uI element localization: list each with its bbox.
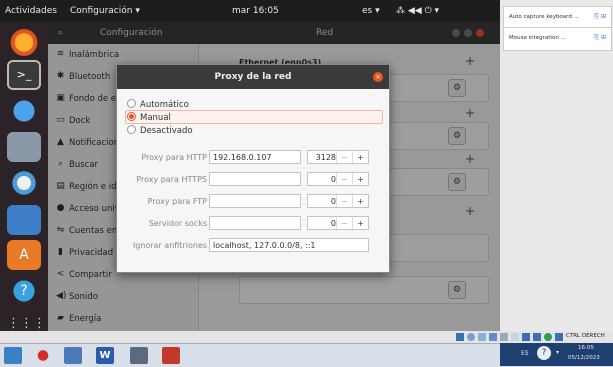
app-menu[interactable]: Configuración ▾ bbox=[70, 6, 140, 16]
notice-icons[interactable]: ⎘ ⊞ bbox=[594, 13, 606, 21]
notice-label: Mouse integration ... bbox=[509, 35, 566, 41]
shared-folders-icon[interactable] bbox=[511, 333, 519, 341]
software-center-icon[interactable]: A bbox=[7, 240, 41, 270]
tray-language[interactable]: ES bbox=[521, 350, 529, 357]
help-icon[interactable]: ? bbox=[7, 276, 41, 306]
notice-label: Auto capture keyboard ... bbox=[509, 14, 579, 20]
ftp-port-stepper[interactable]: 0 − + bbox=[307, 194, 369, 208]
network-icon[interactable] bbox=[489, 333, 497, 341]
files-icon[interactable] bbox=[7, 132, 41, 162]
usb-icon[interactable] bbox=[500, 333, 508, 341]
optical-drive-icon[interactable] bbox=[467, 333, 475, 341]
tray-date[interactable]: 05/12/2023 bbox=[568, 355, 600, 361]
radio-label: Manual bbox=[140, 113, 171, 123]
https-proxy-input[interactable] bbox=[209, 172, 301, 186]
dialog-title: Proxy de la red bbox=[214, 72, 292, 82]
notice-icons[interactable]: ⎘ ⊞ bbox=[594, 34, 606, 42]
close-icon[interactable]: × bbox=[373, 72, 383, 82]
ignore-hosts-label: Ignorar anfitriones bbox=[132, 241, 207, 250]
host-notification-panel: Auto capture keyboard ... ⎘ ⊞ Mouse inte… bbox=[500, 0, 613, 343]
word-icon[interactable]: W bbox=[96, 347, 114, 364]
firefox-icon[interactable] bbox=[7, 26, 41, 56]
decrement-button[interactable]: − bbox=[336, 151, 352, 163]
app-window-icon[interactable] bbox=[64, 347, 82, 364]
input-language[interactable]: es ▾ bbox=[362, 6, 380, 16]
socks-server-label: Servidor socks bbox=[148, 219, 207, 228]
tray-chevron-icon[interactable]: ▾ bbox=[556, 349, 559, 356]
tray-time[interactable]: 16:05 bbox=[578, 345, 594, 351]
disc-icon[interactable] bbox=[7, 168, 41, 198]
radio-automatic[interactable]: Automático bbox=[127, 99, 189, 110]
system-tray: ES ? ▾ 16:05 05/12/2023 bbox=[500, 343, 613, 366]
radio-dot bbox=[127, 125, 136, 134]
ignore-hosts-input[interactable]: localhost, 127.0.0.0/8, ::1 bbox=[209, 238, 369, 252]
presentation-app-icon[interactable] bbox=[162, 347, 180, 364]
https-port-stepper[interactable]: 0 − + bbox=[307, 172, 369, 186]
hdd-icon[interactable] bbox=[456, 333, 464, 341]
port-value: 3128 bbox=[315, 153, 336, 162]
audio-icon[interactable] bbox=[478, 333, 486, 341]
notice-mouse-integration[interactable]: Mouse integration ... ⎘ ⊞ bbox=[503, 27, 612, 51]
socks-port-stepper[interactable]: 0 − + bbox=[307, 216, 369, 230]
start-icon[interactable] bbox=[4, 347, 22, 364]
host-key-icon[interactable] bbox=[555, 333, 563, 341]
radio-label: Automático bbox=[140, 100, 189, 110]
increment-button[interactable]: + bbox=[352, 217, 368, 229]
https-proxy-label: Proxy para HTTPS bbox=[136, 175, 207, 184]
activities-button[interactable]: Actividades bbox=[5, 6, 57, 16]
cube-app-icon[interactable] bbox=[130, 347, 148, 364]
dialog-header: Proxy de la red × bbox=[117, 65, 389, 89]
radio-manual[interactable]: Manual bbox=[127, 112, 171, 123]
vbox-status-bar: CTRL DERECH bbox=[0, 331, 613, 343]
http-proxy-label: Proxy para HTTP bbox=[141, 153, 207, 162]
host-key-label: CTRL DERECH bbox=[566, 333, 605, 339]
recording-icon[interactable] bbox=[533, 333, 541, 341]
increment-button[interactable]: + bbox=[352, 151, 368, 163]
writer-icon[interactable] bbox=[7, 205, 41, 235]
decrement-button[interactable]: − bbox=[336, 217, 352, 229]
ftp-proxy-input[interactable] bbox=[209, 194, 301, 208]
messenger-icon[interactable] bbox=[7, 96, 41, 126]
vm-screen: Actividades Configuración ▾ mar 16:05 es… bbox=[0, 0, 500, 343]
http-port-stepper[interactable]: 3128 − + bbox=[307, 150, 369, 164]
ubuntu-dock: >_ A ? ⋮⋮⋮ bbox=[0, 22, 48, 343]
increment-button[interactable]: + bbox=[352, 173, 368, 185]
radio-disabled[interactable]: Desactivado bbox=[127, 125, 193, 136]
terminal-icon[interactable]: >_ bbox=[7, 60, 41, 90]
proxy-dialog: Proxy de la red × Automático Manual Desa… bbox=[116, 64, 390, 273]
radio-dot bbox=[127, 99, 136, 108]
radio-dot bbox=[127, 112, 136, 121]
decrement-button[interactable]: − bbox=[336, 173, 352, 185]
cpu-icon[interactable] bbox=[544, 333, 552, 341]
socks-server-input[interactable] bbox=[209, 216, 301, 230]
system-indicators[interactable]: ⁂ ◀◀ ⏻ ▾ bbox=[396, 6, 439, 16]
decrement-button[interactable]: − bbox=[336, 195, 352, 207]
help-icon[interactable]: ? bbox=[537, 346, 551, 360]
ubuntu-top-bar: Actividades Configuración ▾ mar 16:05 es… bbox=[0, 0, 500, 22]
increment-button[interactable]: + bbox=[352, 195, 368, 207]
clock[interactable]: mar 16:05 bbox=[232, 6, 279, 16]
display-icon[interactable] bbox=[522, 333, 530, 341]
radio-label: Desactivado bbox=[140, 126, 193, 136]
http-proxy-input[interactable]: 192.168.0.107 bbox=[209, 150, 301, 164]
app-bug-icon[interactable] bbox=[34, 347, 52, 364]
ftp-proxy-label: Proxy para FTP bbox=[147, 197, 207, 206]
